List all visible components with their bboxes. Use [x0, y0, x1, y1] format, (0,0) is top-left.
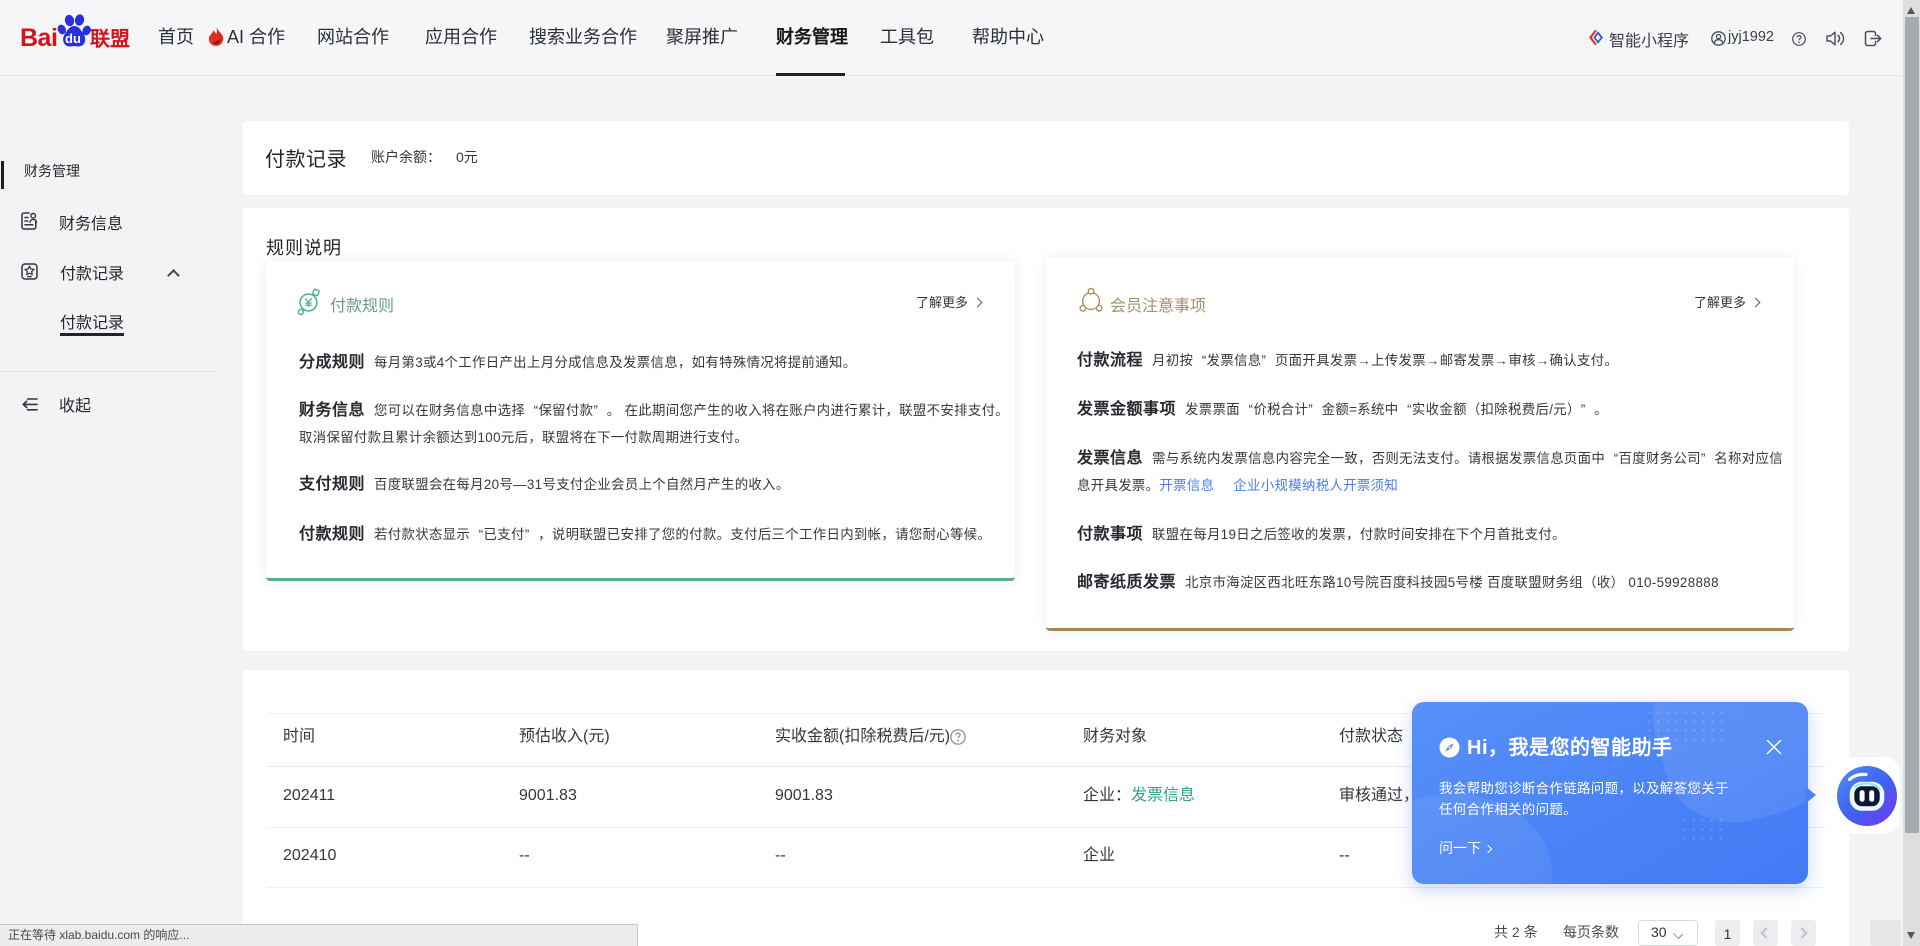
svg-text:Bai: Bai [21, 24, 57, 50]
svg-text:du: du [65, 31, 81, 46]
svg-text:联盟: 联盟 [90, 28, 130, 51]
